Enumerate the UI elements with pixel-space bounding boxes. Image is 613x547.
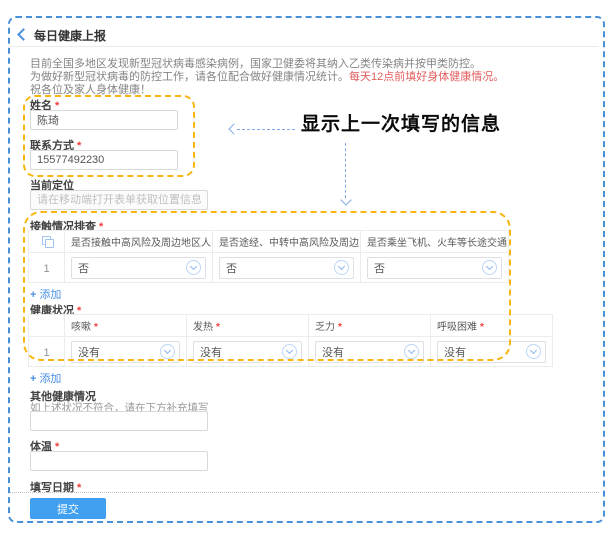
chevron-down-circle-icon[interactable] [526,344,541,359]
submit-button[interactable]: 提交 [30,498,106,519]
other-health-input[interactable] [30,411,208,431]
arrow-down-line [345,143,346,198]
divider [10,492,599,493]
page-title: 每日健康上报 [34,27,106,44]
intro-line-1: 目前全国多地区发现新型冠状病毒感染病例，国家卫健委将其纳入乙类传染病并按甲类防控… [30,58,590,71]
plus-icon: + [30,373,36,385]
temperature-input[interactable] [30,451,208,471]
intro-text: 目前全国多地区发现新型冠状病毒感染病例，国家卫健委将其纳入乙类传染病并按甲类防控… [30,58,590,97]
annotation-text: 显示上一次填写的信息 [301,109,501,136]
intro-line-2: 为做好新型冠状病毒的防控工作，请各位配合做好健康情况统计。每天12点前填好身体健… [30,71,590,84]
location-input[interactable] [30,190,208,210]
intro-highlight: 每天12点前填好身体健康情况。 [349,71,504,83]
highlight-box-previous-identity [23,95,195,177]
add-health-row-button[interactable]: +添加 [30,370,61,386]
highlight-box-previous-answers [23,211,511,361]
arrow-left-line [237,129,295,130]
